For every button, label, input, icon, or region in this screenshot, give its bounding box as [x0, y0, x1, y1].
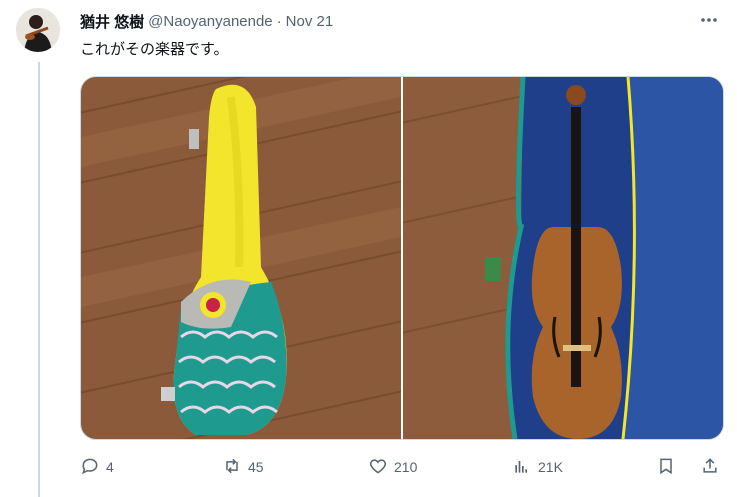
like-icon [368, 456, 388, 479]
bookmark-icon [656, 456, 676, 479]
thread-line [38, 62, 40, 497]
tweet-header: 猶井 悠樹 @Naoyanyanende · Nov 21 [80, 10, 717, 32]
share-button[interactable] [700, 456, 720, 479]
photo-violin-case-open[interactable] [403, 77, 723, 439]
share-icon [700, 456, 720, 479]
more-icon[interactable] [697, 8, 721, 32]
user-handle[interactable]: @Naoyanyanende [148, 13, 272, 30]
tweet-text: これがその楽器です。 [80, 41, 229, 58]
views-button[interactable]: 21K [512, 456, 563, 479]
retweet-count: 45 [248, 459, 264, 475]
reply-button[interactable]: 4 [80, 456, 114, 479]
retweet-button[interactable]: 45 [222, 456, 264, 479]
views-icon [512, 456, 532, 479]
photo-violin-case-closed[interactable] [81, 77, 401, 439]
bookmark-button[interactable] [656, 456, 676, 479]
tweet-date[interactable]: Nov 21 [286, 13, 334, 30]
like-button[interactable]: 210 [368, 456, 417, 479]
reply-icon [80, 456, 100, 479]
tweet-actions: 4 45 210 21K [80, 452, 726, 482]
retweet-icon [222, 456, 242, 479]
separator: · [276, 12, 282, 30]
avatar[interactable] [16, 8, 60, 52]
reply-count: 4 [106, 459, 114, 475]
like-count: 210 [394, 459, 418, 475]
views-count: 21K [538, 459, 563, 475]
display-name[interactable]: 猶井 悠樹 [80, 11, 144, 32]
media-grid [80, 76, 724, 440]
